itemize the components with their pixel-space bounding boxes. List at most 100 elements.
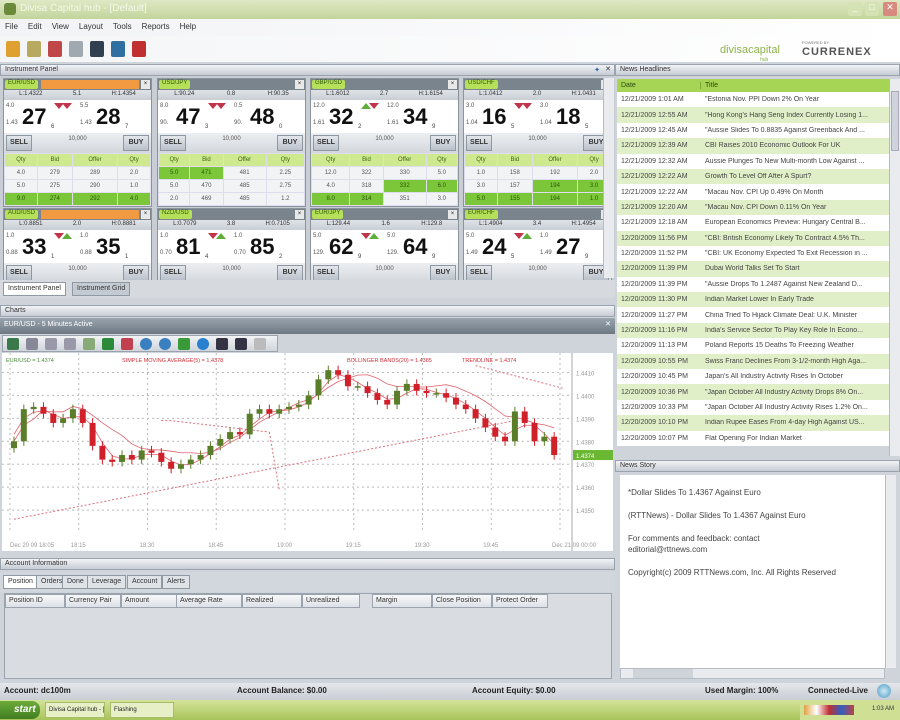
column-header[interactable]: Amount [121,594,177,608]
info-icon[interactable] [197,338,209,350]
news-row[interactable]: 12/21/2009 12:45 AM "Aussie Slides To 0.8… [617,122,889,139]
save-icon[interactable] [216,338,228,350]
news-row[interactable]: 12/20/2009 10:55 PM Swiss Franc Declines … [617,353,889,370]
tab-instrument-grid[interactable]: Instrument Grid [72,282,131,296]
circle-blue-icon[interactable] [140,338,152,350]
menu-help[interactable]: Help [175,19,201,34]
taskbar-item-flashing[interactable]: Flashing [110,702,174,718]
news-row[interactable]: 12/21/2009 12:20 AM "Macau Nov. CPI Down … [617,199,889,216]
bid-price[interactable]: 27 [22,104,46,130]
bid-price[interactable]: 24 [482,234,506,260]
bid-price[interactable]: 32 [329,104,353,130]
news-row[interactable]: 12/20/2009 10:33 PM "Japan October All In… [617,399,889,416]
column-header[interactable]: Unrealized [302,594,360,608]
menu-tools[interactable]: Tools [108,19,137,34]
start-button[interactable]: start [0,701,40,719]
column-header[interactable]: Close Position [432,594,492,608]
sell-button[interactable]: SELL [160,135,186,151]
offer-price[interactable]: 85 [250,234,274,260]
column-title[interactable]: Title [701,82,718,89]
sell-button[interactable]: SELL [6,135,32,151]
column-header[interactable]: Realized [242,594,302,608]
offer-price[interactable]: 27 [556,234,580,260]
close-icon[interactable]: ✕ [605,320,611,328]
tab-position[interactable]: Position [3,575,38,589]
column-date[interactable]: Date [617,82,701,89]
news-row[interactable]: 12/20/2009 11:52 PM "CBI: UK Economy Expe… [617,245,889,262]
bid-price[interactable]: 33 [22,234,46,260]
tile-close-icon[interactable]: × [448,80,457,89]
print-icon[interactable] [254,338,266,350]
news-title[interactable]: Growth To Level Off After A Spurt? [701,173,889,180]
menu-layout[interactable]: Layout [74,19,108,34]
tab-done[interactable]: Done [62,575,89,589]
close-icon[interactable]: ✕ [605,65,611,73]
blue-book-icon[interactable] [111,41,125,57]
settings-icon[interactable] [27,41,41,57]
news-title[interactable]: Aussie Plunges To New Multi-month Low Ag… [701,158,889,165]
instrument-scrollbar[interactable] [603,78,614,278]
offer-price[interactable]: 18 [556,104,580,130]
maximize-button[interactable]: □ [865,2,879,16]
news-row[interactable]: 12/20/2009 10:36 PM "Japan October All In… [617,384,889,400]
news-title[interactable]: European Economics Preview: Hungary Cent… [701,219,889,226]
news-title[interactable]: "Japan October All Industry Activity Ris… [701,404,889,411]
news-row[interactable]: 12/20/2009 10:07 PM Flat Opening For Indi… [617,430,889,446]
taskbar-item-app[interactable]: Divisa Capital hub - [... [45,702,105,718]
sell-button[interactable]: SELL [313,265,339,281]
news-row[interactable]: 12/20/2009 11:39 PM "Aussie Drops To 1.24… [617,276,889,293]
news-row[interactable]: 12/20/2009 11:30 PM Indian Market Lower I… [617,292,889,308]
sell-button[interactable]: SELL [466,265,492,281]
news-row[interactable]: 12/21/2009 12:18 AM European Economics Pr… [617,215,889,231]
news-title[interactable]: "Aussie Slides To 0.8835 Against Greenba… [701,127,889,134]
zoom-out-icon[interactable] [64,338,76,350]
zoom-icon[interactable] [45,338,57,350]
pin-icon[interactable]: ✦ [594,66,600,74]
buy-button[interactable]: BUY [277,135,303,151]
menu-reports[interactable]: Reports [137,19,175,34]
news-row[interactable]: 12/20/2009 11:16 PM India's Service Secto… [617,322,889,339]
buy-button[interactable]: BUY [430,265,456,281]
news-row[interactable]: 12/20/2009 10:45 PM Japan's All Industry … [617,369,889,385]
news-row[interactable]: 12/21/2009 1:01 AM "Estonia Nov. PPI Down… [617,92,889,108]
news-title[interactable]: "CBI: UK Economy Expected To Exit Recess… [701,250,889,257]
offer-price[interactable]: 64 [403,234,427,260]
draw-icon[interactable] [83,338,95,350]
tab-instrument-panel[interactable]: Instrument Panel [3,282,66,296]
news-title[interactable]: "Macau Nov. CPI Down 0.11% On Year [701,204,889,211]
news-title[interactable]: "CBI: British Economy Likely To Contract… [701,235,889,242]
news-scrollbar[interactable] [889,79,900,456]
news-row[interactable]: 12/21/2009 12:22 AM Growth To Level Off A… [617,168,889,185]
bid-price[interactable]: 62 [329,234,353,260]
minimize-button[interactable]: _ [848,2,862,16]
tab-alerts[interactable]: Alerts [162,575,190,589]
buy-button[interactable]: BUY [430,135,456,151]
story-scrollbar[interactable] [885,475,896,668]
tab-leverage[interactable]: Leverage [87,575,127,589]
menu-view[interactable]: View [47,19,74,34]
key-icon[interactable] [102,338,114,350]
column-header[interactable]: Protect Order [492,594,548,608]
candlestick-chart[interactable]: 1.4410 1.4400 1.4390 1.4380 1.4370 1.4360 1.43… [2,353,613,551]
offer-price[interactable]: 35 [96,234,120,260]
tile-close-icon[interactable]: × [141,210,150,219]
column-header[interactable]: Average Rate [176,594,242,608]
news-title[interactable]: Swiss Franc Declines From 3-1/2-month Hi… [701,358,889,365]
bid-price[interactable]: 16 [482,104,506,130]
tile-close-icon[interactable]: × [295,80,304,89]
column-header[interactable]: Position ID [5,594,65,608]
news-title[interactable]: CBI Raises 2010 Economic Outlook For UK [701,142,889,149]
news-row[interactable]: 12/21/2009 12:39 AM CBI Raises 2010 Econo… [617,138,889,154]
news-title[interactable]: India's Service Sector To Play Key Role … [701,327,889,334]
sell-button[interactable]: SELL [6,265,32,281]
offer-price[interactable]: 48 [250,104,274,130]
news-row[interactable]: 12/20/2009 11:27 PM China Tried To Hijack… [617,307,889,323]
menu-edit[interactable]: Edit [23,19,47,34]
offer-price[interactable]: 28 [96,104,120,130]
news-title[interactable]: Japan's All Industry Activity Rises In O… [701,373,889,380]
news-title[interactable]: Flat Opening For Indian Market [701,435,889,442]
news-title[interactable]: "Aussie Drops To 1.2487 Against New Zeal… [701,281,889,288]
red-book-icon[interactable] [132,41,146,57]
bid-price[interactable]: 81 [176,234,200,260]
news-title[interactable]: "Estonia Nov. PPI Down 2% On Year [701,96,889,103]
